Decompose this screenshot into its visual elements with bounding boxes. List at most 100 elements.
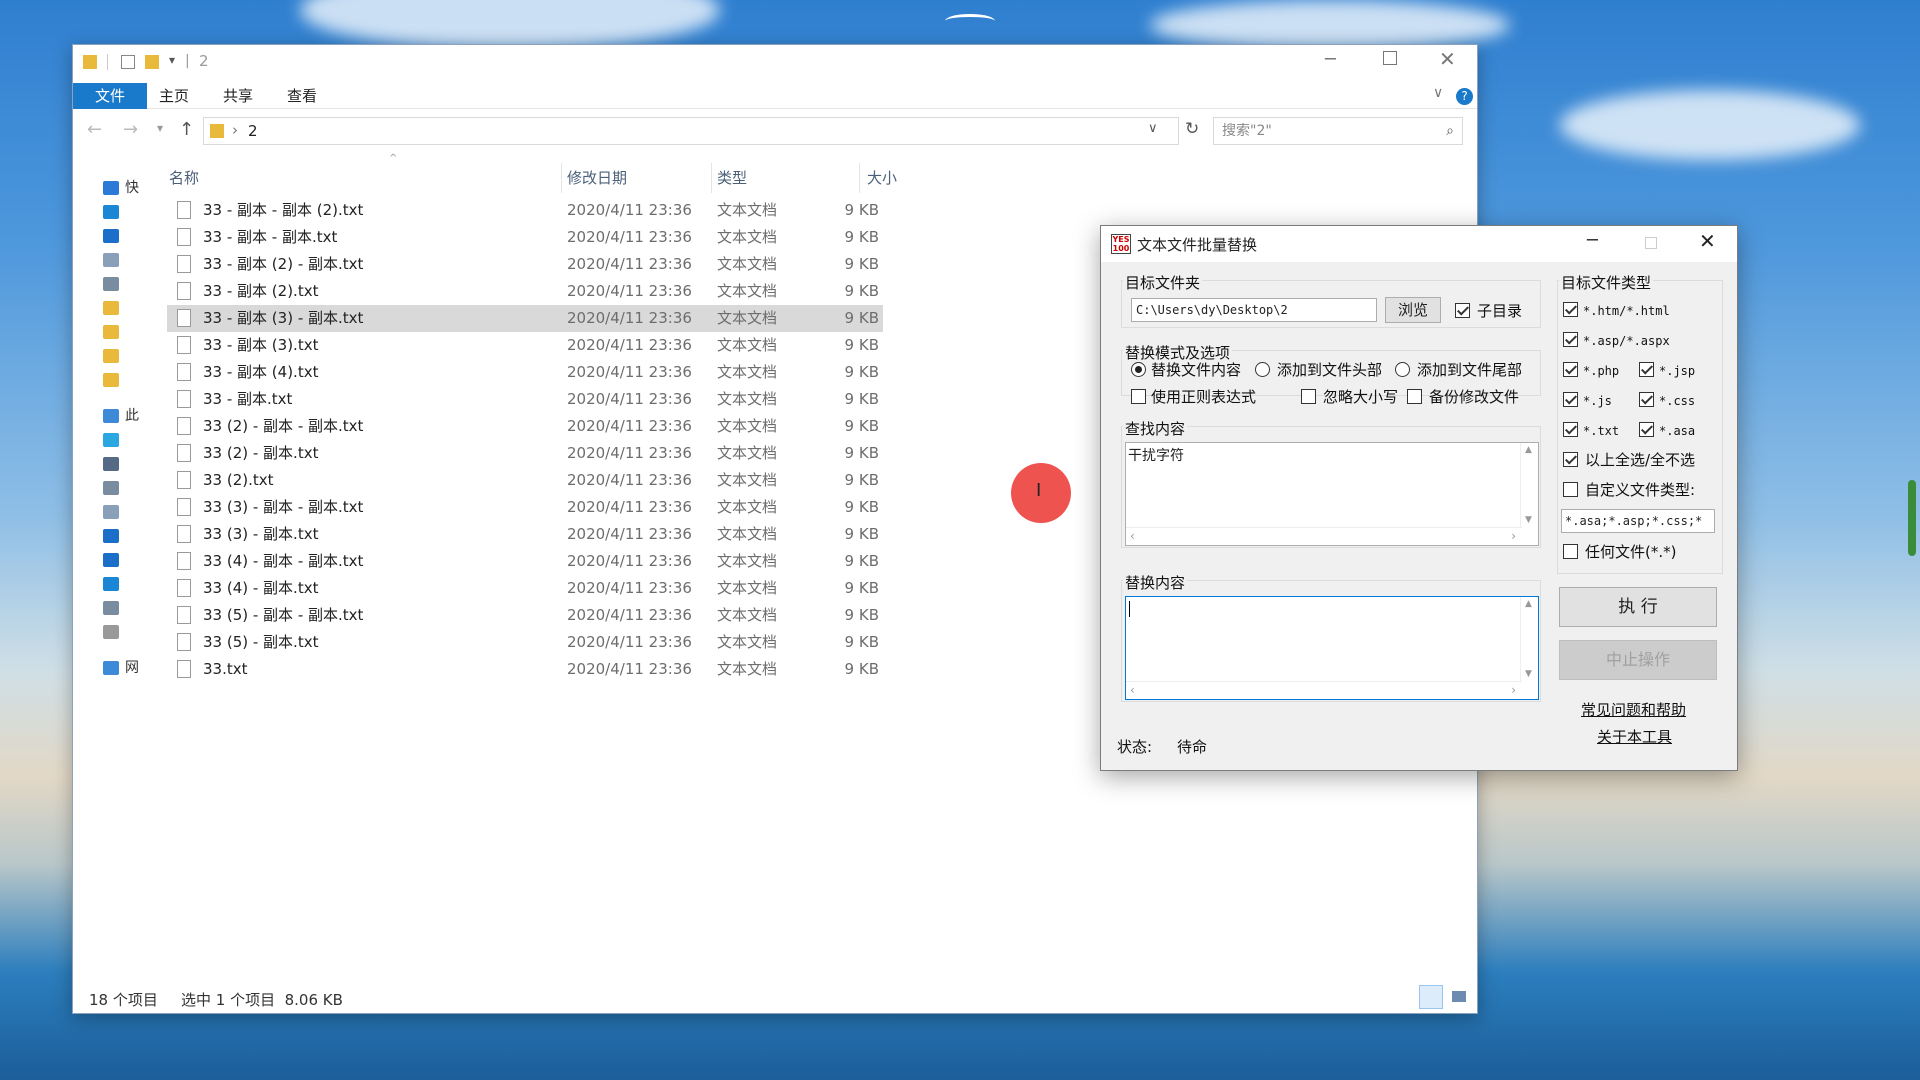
- nav-item[interactable]: [103, 573, 153, 597]
- file-row[interactable]: 33.txt 2020/4/11 23:36 文本文档 9 KB: [167, 656, 883, 683]
- nav-item[interactable]: [103, 453, 153, 477]
- scroll-up-icon[interactable]: ▲: [1525, 445, 1532, 455]
- address-bar[interactable]: › 2 ∨: [203, 117, 1179, 145]
- nav-item[interactable]: [103, 525, 153, 549]
- forward-arrow-icon[interactable]: →: [123, 119, 138, 140]
- file-row[interactable]: 33 (2) - 副本 - 副本.txt 2020/4/11 23:36 文本文档 9…: [167, 413, 883, 440]
- file-row[interactable]: 33 (3) - 副本 - 副本.txt 2020/4/11 23:36 文本文档 9…: [167, 494, 883, 521]
- file-row[interactable]: 33 (5) - 副本 - 副本.txt 2020/4/11 23:36 文本文档 9…: [167, 602, 883, 629]
- scroll-left-icon[interactable]: ‹: [1130, 529, 1135, 543]
- replace-hscrollbar[interactable]: ‹ ›: [1126, 681, 1522, 699]
- nav-item[interactable]: [103, 297, 153, 321]
- large-icons-view-button[interactable]: [1447, 985, 1471, 1009]
- replace-textarea[interactable]: ▲ ▼ ‹ ›: [1125, 596, 1539, 700]
- custom-type-input[interactable]: *.asa;*.asp;*.css;*: [1561, 509, 1715, 533]
- tab-share[interactable]: 共享: [213, 83, 263, 109]
- file-row[interactable]: 33 - 副本 (3) - 副本.txt 2020/4/11 23:36 文本文档 9…: [167, 305, 883, 332]
- nav-item[interactable]: [103, 621, 153, 645]
- replace-vscrollbar[interactable]: ▲ ▼: [1520, 597, 1538, 681]
- column-divider[interactable]: [561, 163, 562, 193]
- nav-item[interactable]: [103, 369, 153, 393]
- execute-button[interactable]: 执 行: [1559, 587, 1717, 627]
- mode-radio-replace[interactable]: [1131, 362, 1146, 377]
- filetype-php-checkbox[interactable]: [1563, 362, 1578, 377]
- scroll-down-icon[interactable]: ▼: [1525, 669, 1532, 679]
- file-row[interactable]: 33 - 副本.txt 2020/4/11 23:36 文本文档 9 KB: [167, 386, 883, 413]
- regex-checkbox[interactable]: [1131, 389, 1146, 404]
- minimize-button[interactable]: ─: [1325, 49, 1336, 70]
- select-all-checkbox[interactable]: [1563, 452, 1578, 467]
- help-icon[interactable]: ?: [1456, 88, 1473, 105]
- any-file-checkbox[interactable]: [1563, 544, 1578, 559]
- file-row[interactable]: 33 - 副本 (3).txt 2020/4/11 23:36 文本文档 9 KB: [167, 332, 883, 359]
- column-header-date[interactable]: 修改日期: [567, 163, 713, 193]
- nav-item[interactable]: [103, 477, 153, 501]
- nav-item[interactable]: [103, 273, 153, 297]
- recent-locations-icon[interactable]: ▾: [157, 121, 163, 135]
- backup-checkbox[interactable]: [1407, 389, 1422, 404]
- nav-item[interactable]: [103, 321, 153, 345]
- tab-file[interactable]: 文件: [73, 83, 148, 109]
- tab-view[interactable]: 查看: [277, 83, 327, 109]
- column-header-name[interactable]: 名称: [169, 163, 561, 193]
- new-folder-icon[interactable]: [145, 55, 159, 69]
- mode-radio-prepend[interactable]: [1255, 362, 1270, 377]
- nav-item[interactable]: [103, 549, 153, 573]
- subdir-checkbox[interactable]: [1455, 303, 1470, 318]
- details-view-button[interactable]: [1419, 985, 1443, 1009]
- back-arrow-icon[interactable]: ←: [87, 119, 102, 140]
- find-hscrollbar[interactable]: ‹ ›: [1126, 527, 1522, 545]
- nav-item[interactable]: [103, 345, 153, 369]
- file-row[interactable]: 33 (3) - 副本.txt 2020/4/11 23:36 文本文档 9 KB: [167, 521, 883, 548]
- filetype-asa-checkbox[interactable]: [1639, 422, 1654, 437]
- browse-button[interactable]: 浏览: [1385, 297, 1441, 323]
- up-arrow-icon[interactable]: ↑: [179, 119, 194, 140]
- file-row[interactable]: 33 - 副本 - 副本 (2).txt 2020/4/11 23:36 文本文档 9…: [167, 197, 883, 224]
- ignore-case-checkbox[interactable]: [1301, 389, 1316, 404]
- nav-item[interactable]: [103, 225, 153, 249]
- scroll-up-icon[interactable]: ▲: [1525, 599, 1532, 609]
- column-header-type[interactable]: 类型: [717, 163, 857, 193]
- tab-home[interactable]: 主页: [149, 83, 199, 109]
- nav-item[interactable]: [103, 429, 153, 453]
- expand-ribbon-icon[interactable]: ∨: [1433, 85, 1443, 101]
- column-divider[interactable]: [859, 163, 860, 193]
- dialog-close-button[interactable]: ✕: [1699, 229, 1716, 253]
- file-row[interactable]: 33 - 副本 (4).txt 2020/4/11 23:36 文本文档 9 KB: [167, 359, 883, 386]
- scroll-left-icon[interactable]: ‹: [1130, 683, 1135, 697]
- file-row[interactable]: 33 (4) - 副本 - 副本.txt 2020/4/11 23:36 文本文档 9…: [167, 548, 883, 575]
- nav-item[interactable]: 此: [103, 405, 153, 429]
- nav-item[interactable]: [103, 597, 153, 621]
- file-row[interactable]: 33 (4) - 副本.txt 2020/4/11 23:36 文本文档 9 KB: [167, 575, 883, 602]
- nav-item[interactable]: 网: [103, 657, 153, 681]
- file-row[interactable]: 33 - 副本 (2) - 副本.txt 2020/4/11 23:36 文本文档 9…: [167, 251, 883, 278]
- nav-item[interactable]: [103, 201, 153, 225]
- column-divider[interactable]: [711, 163, 712, 193]
- mode-radio-append[interactable]: [1395, 362, 1410, 377]
- filetype-css-checkbox[interactable]: [1639, 392, 1654, 407]
- scroll-right-icon[interactable]: ›: [1511, 529, 1516, 543]
- address-dropdown-icon[interactable]: ∨: [1148, 121, 1158, 136]
- find-textarea[interactable]: 干扰字符 ▲ ▼ ‹ ›: [1125, 442, 1539, 546]
- maximize-button[interactable]: [1383, 51, 1397, 65]
- quick-access-dropdown-icon[interactable]: ▾: [169, 53, 175, 67]
- file-row[interactable]: 33 - 副本 (2).txt 2020/4/11 23:36 文本文档 9 KB: [167, 278, 883, 305]
- nav-item[interactable]: [103, 501, 153, 525]
- column-header-size[interactable]: 大小: [867, 163, 957, 193]
- custom-type-checkbox[interactable]: [1563, 482, 1578, 497]
- file-row[interactable]: 33 (2) - 副本.txt 2020/4/11 23:36 文本文档 9 KB: [167, 440, 883, 467]
- dialog-minimize-button[interactable]: ─: [1587, 230, 1598, 251]
- filetype-asp-checkbox[interactable]: [1563, 332, 1578, 347]
- filetype-htm-checkbox[interactable]: [1563, 302, 1578, 317]
- properties-icon[interactable]: [121, 55, 135, 69]
- file-row[interactable]: 33 (5) - 副本.txt 2020/4/11 23:36 文本文档 9 KB: [167, 629, 883, 656]
- find-vscrollbar[interactable]: ▲ ▼: [1520, 443, 1538, 527]
- nav-item[interactable]: 快: [103, 177, 153, 201]
- file-row[interactable]: 33 (2).txt 2020/4/11 23:36 文本文档 9 KB: [167, 467, 883, 494]
- scroll-right-icon[interactable]: ›: [1511, 683, 1516, 697]
- help-link[interactable]: 常见问题和帮助: [1581, 699, 1686, 720]
- nav-item[interactable]: [103, 249, 153, 273]
- breadcrumb-current[interactable]: 2: [248, 122, 258, 140]
- file-row[interactable]: 33 - 副本 - 副本.txt 2020/4/11 23:36 文本文档 9 KB: [167, 224, 883, 251]
- refresh-icon[interactable]: ↻: [1185, 119, 1199, 139]
